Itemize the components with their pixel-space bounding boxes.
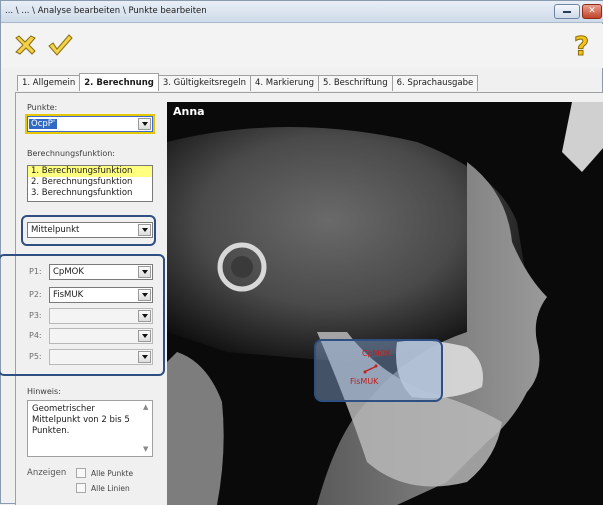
p5-dropdown[interactable] <box>49 349 153 365</box>
alle-punkte-label: Alle Punkte <box>91 469 134 478</box>
chevron-down-icon[interactable] <box>138 224 151 236</box>
punkte-value: OcpP' <box>29 119 58 129</box>
punkte-dropdown[interactable]: OcpP' <box>25 114 155 134</box>
alle-linien-label: Alle Linien <box>91 484 130 493</box>
chevron-down-icon[interactable] <box>138 351 151 363</box>
alle-punkte-checkbox[interactable] <box>76 468 86 478</box>
list-item[interactable]: 2. Berechnungsfunktion <box>28 177 152 188</box>
tab-berechnung[interactable]: 2. Berechnung <box>79 73 159 91</box>
tab-beschriftung[interactable]: 5. Beschriftung <box>318 75 393 91</box>
anzeigen-label: Anzeigen <box>27 468 67 478</box>
midpoint-line-icon <box>363 364 378 374</box>
title-bar: ... \ ... \ Analyse bearbeiten \ Punkte … <box>1 1 603 23</box>
patient-name: Anna <box>173 105 205 118</box>
close-icon: ✕ <box>588 6 596 16</box>
cephalometric-xray-image <box>167 102 603 505</box>
scroll-down-icon[interactable]: ▼ <box>143 444 148 455</box>
help-question-icon[interactable]: ? <box>568 31 596 60</box>
chevron-down-icon[interactable] <box>138 289 151 301</box>
function-list[interactable]: 1. Berechnungsfunktion 2. Berechnungsfun… <box>27 165 153 202</box>
tab-markierung[interactable]: 4. Markierung <box>250 75 320 91</box>
hint-label: Hinweis: <box>27 387 61 396</box>
p1-value: CpMOK <box>53 267 84 277</box>
chevron-down-icon[interactable] <box>138 330 151 342</box>
p3-label: P3: <box>29 311 42 320</box>
tab-sprachausgabe[interactable]: 6. Sprachausgabe <box>391 75 479 91</box>
window-title: ... \ ... \ Analyse bearbeiten \ Punkte … <box>5 6 207 16</box>
fismuk-point-label: FisMUK <box>350 377 379 386</box>
scroll-up-icon[interactable]: ▲ <box>143 402 148 413</box>
window-controls: ✕ <box>554 4 602 19</box>
p4-dropdown[interactable] <box>49 328 153 344</box>
chevron-down-icon[interactable] <box>138 266 151 278</box>
punkte-label: Punkte: <box>27 103 58 112</box>
alle-linien-checkbox[interactable] <box>76 483 86 493</box>
toolbar: ? <box>1 24 603 68</box>
tab-gueltigkeitsregeln[interactable]: 3. Gültigkeitsregeln <box>157 75 251 91</box>
close-button[interactable]: ✕ <box>582 4 602 19</box>
tab-bar: 1. Allgemein 2. Berechnung 3. Gültigkeit… <box>17 73 479 91</box>
function-label: Berechnungsfunktion: <box>27 149 115 158</box>
minimize-icon <box>563 10 571 13</box>
hint-textbox[interactable]: Geometrischer Mittelpunkt von 2 bis 5 Pu… <box>27 400 153 457</box>
p1-dropdown[interactable]: CpMOK <box>49 264 153 280</box>
p5-label: P5: <box>29 352 42 361</box>
xray-viewer[interactable]: Anna CpMOK FisMUK <box>167 102 603 505</box>
hint-text: Geometrischer Mittelpunkt von 2 bis 5 Pu… <box>32 404 130 436</box>
cancel-x-icon[interactable] <box>11 31 39 59</box>
p1-label: P1: <box>29 267 42 276</box>
list-item[interactable]: 1. Berechnungsfunktion <box>28 166 152 177</box>
p4-label: P4: <box>29 331 42 340</box>
minimize-button[interactable] <box>554 4 580 19</box>
ok-check-icon[interactable] <box>46 31 74 59</box>
p2-label: P2: <box>29 290 42 299</box>
p2-value: FisMUK <box>53 290 84 300</box>
p2-dropdown[interactable]: FisMUK <box>49 287 153 303</box>
list-item[interactable]: 3. Berechnungsfunktion <box>28 188 152 199</box>
app-window: ... \ ... \ Analyse bearbeiten \ Punkte … <box>0 0 603 505</box>
chevron-down-icon[interactable] <box>138 310 151 322</box>
hint-scrollbar[interactable]: ▲ ▼ <box>141 402 151 455</box>
svg-text:?: ? <box>574 32 589 59</box>
method-dropdown[interactable]: Mittelpunkt <box>27 222 153 238</box>
p3-dropdown[interactable] <box>49 308 153 324</box>
cpmok-point-label: CpMOK <box>362 349 392 358</box>
method-value: Mittelpunkt <box>31 225 80 235</box>
tab-allgemein[interactable]: 1. Allgemein <box>17 75 81 91</box>
chevron-down-icon[interactable] <box>138 118 151 130</box>
